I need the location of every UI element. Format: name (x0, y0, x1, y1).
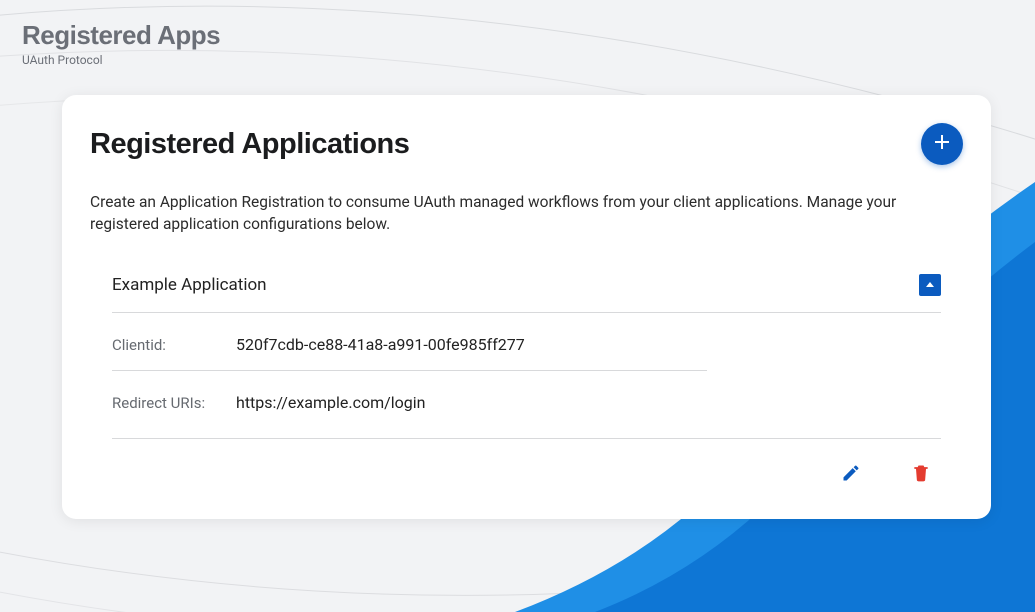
main-card: Registered Applications Create an Applic… (62, 95, 991, 519)
add-application-button[interactable] (921, 123, 963, 165)
caret-up-icon (925, 275, 935, 294)
page-title: Registered Apps (22, 20, 1013, 51)
redirect-uri-label: Redirect URIs: (112, 394, 208, 412)
page-header: Registered Apps UAuth Protocol (0, 0, 1035, 71)
application-accordion: Example Application Clientid: 520f7cdb-c… (90, 274, 963, 489)
page-subtitle: UAuth Protocol (22, 53, 1013, 67)
application-name: Example Application (112, 275, 267, 295)
delete-button[interactable] (907, 461, 935, 489)
redirect-uri-value: https://example.com/login (236, 393, 425, 412)
client-id-row: Clientid: 520f7cdb-ce88-41a8-a991-00fe98… (112, 313, 707, 371)
card-title: Registered Applications (90, 128, 409, 161)
accordion-header[interactable]: Example Application (112, 274, 941, 313)
collapse-toggle[interactable] (919, 274, 941, 296)
edit-button[interactable] (837, 461, 865, 489)
application-actions (112, 461, 941, 489)
card-description: Create an Application Registration to co… (90, 191, 963, 236)
trash-icon (911, 463, 931, 487)
redirect-uri-row: Redirect URIs: https://example.com/login (112, 371, 941, 439)
client-id-label: Clientid: (112, 336, 208, 354)
plus-icon (934, 134, 950, 154)
pencil-icon (841, 463, 861, 487)
client-id-value: 520f7cdb-ce88-41a8-a991-00fe985ff277 (236, 335, 525, 354)
